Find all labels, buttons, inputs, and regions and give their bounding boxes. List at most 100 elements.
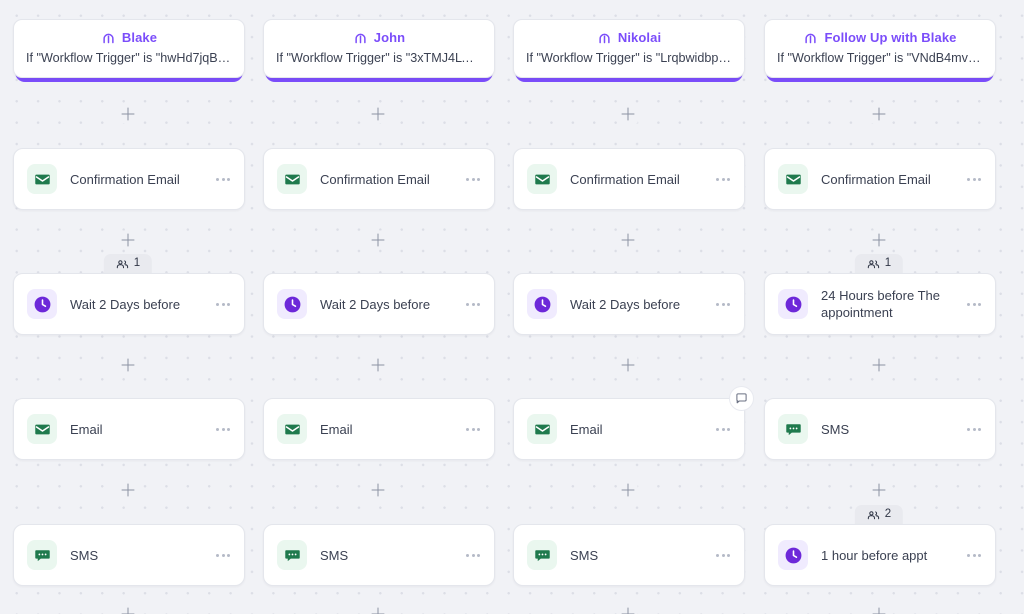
envelope-icon bbox=[27, 414, 57, 444]
trigger-condition: If "Workflow Trigger" is "3xTMJ4LWpu… bbox=[274, 51, 484, 65]
add-step-button[interactable] bbox=[870, 231, 889, 250]
workflow-branch-icon bbox=[353, 30, 368, 45]
clock-icon bbox=[778, 289, 808, 319]
node-options-button[interactable] bbox=[464, 548, 482, 563]
envelope-icon bbox=[527, 164, 557, 194]
node-options-button[interactable] bbox=[214, 548, 232, 563]
envelope-icon bbox=[778, 164, 808, 194]
envelope-icon bbox=[277, 414, 307, 444]
trigger-card[interactable]: BlakeIf "Workflow Trigger" is "hwHd7jqB9… bbox=[13, 19, 245, 78]
action-node-wait[interactable]: 24 Hours before The appointment bbox=[764, 273, 996, 335]
action-node-email[interactable]: Confirmation Email bbox=[513, 148, 745, 210]
contact-count: 1 bbox=[885, 258, 891, 270]
comment-icon bbox=[735, 392, 748, 405]
node-options-button[interactable] bbox=[214, 297, 232, 312]
action-node-email[interactable]: Email bbox=[13, 398, 245, 460]
action-node-label: Wait 2 Days before bbox=[70, 296, 208, 313]
action-node-sms[interactable]: SMS bbox=[513, 524, 745, 586]
trigger-condition: If "Workflow Trigger" is "LrqbwidbppF… bbox=[524, 51, 734, 65]
chat-bubble-icon bbox=[778, 414, 808, 444]
add-step-button[interactable] bbox=[870, 105, 889, 124]
trigger-card[interactable]: JohnIf "Workflow Trigger" is "3xTMJ4LWpu… bbox=[263, 19, 495, 78]
envelope-icon bbox=[277, 164, 307, 194]
action-node-wait[interactable]: Wait 2 Days before bbox=[263, 273, 495, 335]
action-node-label: Wait 2 Days before bbox=[320, 296, 458, 313]
add-step-button[interactable] bbox=[119, 231, 138, 250]
add-step-button[interactable] bbox=[619, 356, 638, 375]
add-step-button[interactable] bbox=[119, 105, 138, 124]
node-options-button[interactable] bbox=[464, 172, 482, 187]
action-node-email[interactable]: Email bbox=[513, 398, 745, 460]
node-options-button[interactable] bbox=[714, 422, 732, 437]
node-options-button[interactable] bbox=[965, 422, 983, 437]
action-node-wait[interactable]: Wait 2 Days before bbox=[513, 273, 745, 335]
people-icon bbox=[116, 258, 129, 271]
add-step-button[interactable] bbox=[369, 105, 388, 124]
trigger-condition: If "Workflow Trigger" is "VNdB4mv1d0… bbox=[775, 51, 985, 65]
add-step-button[interactable] bbox=[369, 356, 388, 375]
add-step-button[interactable] bbox=[619, 105, 638, 124]
envelope-icon bbox=[27, 164, 57, 194]
enrolled-contacts-badge[interactable]: 1 bbox=[855, 254, 903, 274]
node-options-button[interactable] bbox=[214, 172, 232, 187]
add-step-button[interactable] bbox=[119, 605, 138, 614]
action-node-wait[interactable]: 1 hour before appt bbox=[764, 524, 996, 586]
clock-icon bbox=[527, 289, 557, 319]
workflow-canvas[interactable]: BlakeIf "Workflow Trigger" is "hwHd7jqB9… bbox=[0, 0, 1024, 614]
action-node-label: Confirmation Email bbox=[320, 171, 458, 188]
workflow-branch-icon bbox=[803, 30, 818, 45]
node-options-button[interactable] bbox=[464, 297, 482, 312]
action-node-sms[interactable]: SMS bbox=[263, 524, 495, 586]
action-node-email[interactable]: Confirmation Email bbox=[263, 148, 495, 210]
node-options-button[interactable] bbox=[714, 297, 732, 312]
clock-icon bbox=[27, 289, 57, 319]
trigger-card[interactable]: Nikolai If "Workflow Trigger" is "Lrqbwid… bbox=[513, 19, 745, 78]
trigger-title: Nikolai bbox=[618, 30, 661, 45]
action-node-email[interactable]: Email bbox=[263, 398, 495, 460]
action-node-wait[interactable]: Wait 2 Days before bbox=[13, 273, 245, 335]
enrolled-contacts-badge[interactable]: 1 bbox=[104, 254, 152, 274]
node-options-button[interactable] bbox=[464, 422, 482, 437]
clock-icon bbox=[778, 540, 808, 570]
action-node-sms[interactable]: SMS bbox=[13, 524, 245, 586]
node-options-button[interactable] bbox=[965, 172, 983, 187]
action-node-email[interactable]: Confirmation Email bbox=[13, 148, 245, 210]
action-node-label: Confirmation Email bbox=[70, 171, 208, 188]
add-step-button[interactable] bbox=[619, 605, 638, 614]
trigger-title: Blake bbox=[122, 30, 157, 45]
chat-bubble-icon bbox=[527, 540, 557, 570]
workflow-branch-icon bbox=[101, 30, 116, 45]
add-step-button[interactable] bbox=[619, 481, 638, 500]
action-node-label: 24 Hours before The appointment bbox=[821, 287, 959, 321]
add-step-button[interactable] bbox=[619, 231, 638, 250]
action-node-label: SMS bbox=[821, 421, 959, 438]
action-node-label: Email bbox=[320, 421, 458, 438]
node-options-button[interactable] bbox=[965, 548, 983, 563]
action-node-email[interactable]: Confirmation Email bbox=[764, 148, 996, 210]
add-step-button[interactable] bbox=[119, 356, 138, 375]
action-node-label: Email bbox=[70, 421, 208, 438]
node-options-button[interactable] bbox=[214, 422, 232, 437]
chat-bubble-icon bbox=[277, 540, 307, 570]
action-node-sms[interactable]: SMS bbox=[764, 398, 996, 460]
add-step-button[interactable] bbox=[369, 605, 388, 614]
node-options-button[interactable] bbox=[714, 548, 732, 563]
envelope-icon bbox=[527, 414, 557, 444]
clock-icon bbox=[277, 289, 307, 319]
add-step-button[interactable] bbox=[119, 481, 138, 500]
add-step-button[interactable] bbox=[369, 481, 388, 500]
add-step-button[interactable] bbox=[870, 356, 889, 375]
add-step-button[interactable] bbox=[870, 481, 889, 500]
node-options-button[interactable] bbox=[714, 172, 732, 187]
people-icon bbox=[867, 509, 880, 522]
enrolled-contacts-badge[interactable]: 2 bbox=[855, 505, 903, 525]
workflow-branch-icon bbox=[597, 30, 612, 45]
action-node-label: SMS bbox=[70, 547, 208, 564]
add-step-button[interactable] bbox=[870, 605, 889, 614]
action-node-label: Email bbox=[570, 421, 708, 438]
add-step-button[interactable] bbox=[369, 231, 388, 250]
trigger-card[interactable]: Follow Up with Blake If "Workflow Trigger… bbox=[764, 19, 996, 78]
comment-badge[interactable] bbox=[729, 386, 754, 411]
node-options-button[interactable] bbox=[965, 297, 983, 312]
trigger-title: Follow Up with Blake bbox=[824, 30, 956, 45]
